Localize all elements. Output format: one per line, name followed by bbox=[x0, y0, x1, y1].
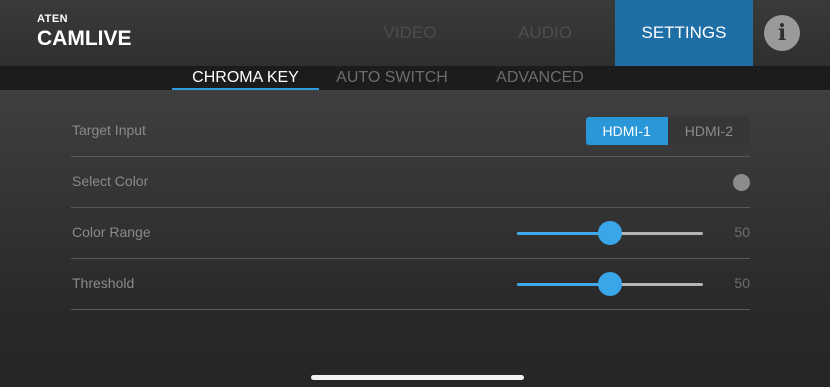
info-icon[interactable]: i bbox=[764, 15, 800, 51]
tab-audio[interactable]: AUDIO bbox=[483, 0, 607, 66]
target-input-selector: HDMI-1 HDMI-2 bbox=[585, 117, 750, 145]
tab-video[interactable]: VIDEO bbox=[348, 0, 472, 66]
slider-fill bbox=[517, 283, 610, 286]
color-swatch[interactable] bbox=[733, 174, 750, 191]
slider-thumb[interactable] bbox=[598, 221, 622, 245]
brand-name: ATEN bbox=[37, 13, 69, 25]
app-logo: ATEN CAMLIVE bbox=[37, 14, 132, 51]
slider-fill bbox=[517, 232, 610, 235]
threshold-label: Threshold bbox=[72, 275, 135, 291]
target-input-label: Target Input bbox=[72, 122, 146, 138]
hdmi-2-option[interactable]: HDMI-2 bbox=[667, 117, 750, 145]
subtab-auto-switch[interactable]: AUTO SWITCH bbox=[327, 66, 457, 90]
tab-settings[interactable]: SETTINGS bbox=[615, 0, 753, 66]
target-input-row: Target Input HDMI-1 HDMI-2 bbox=[71, 105, 750, 157]
color-range-label: Color Range bbox=[72, 224, 151, 240]
color-range-row: Color Range 50 bbox=[71, 207, 750, 259]
hdmi-1-option[interactable]: HDMI-1 bbox=[585, 117, 668, 145]
product-name: CAMLIVE bbox=[37, 27, 132, 50]
select-color-row: Select Color bbox=[71, 156, 750, 208]
home-indicator bbox=[311, 375, 524, 380]
select-color-label: Select Color bbox=[72, 173, 149, 189]
top-bar: ATEN CAMLIVE VIDEO AUDIO SETTINGS i bbox=[0, 0, 830, 66]
settings-subtab-bar: CHROMA KEY AUTO SWITCH ADVANCED bbox=[0, 66, 830, 90]
subtab-chroma-key[interactable]: CHROMA KEY bbox=[172, 66, 319, 90]
threshold-row: Threshold 50 bbox=[71, 258, 750, 310]
color-range-value: 50 bbox=[734, 224, 750, 240]
color-range-slider[interactable] bbox=[517, 221, 703, 245]
threshold-value: 50 bbox=[734, 275, 750, 291]
subtab-advanced[interactable]: ADVANCED bbox=[484, 66, 596, 90]
slider-thumb[interactable] bbox=[598, 272, 622, 296]
threshold-slider[interactable] bbox=[517, 272, 703, 296]
